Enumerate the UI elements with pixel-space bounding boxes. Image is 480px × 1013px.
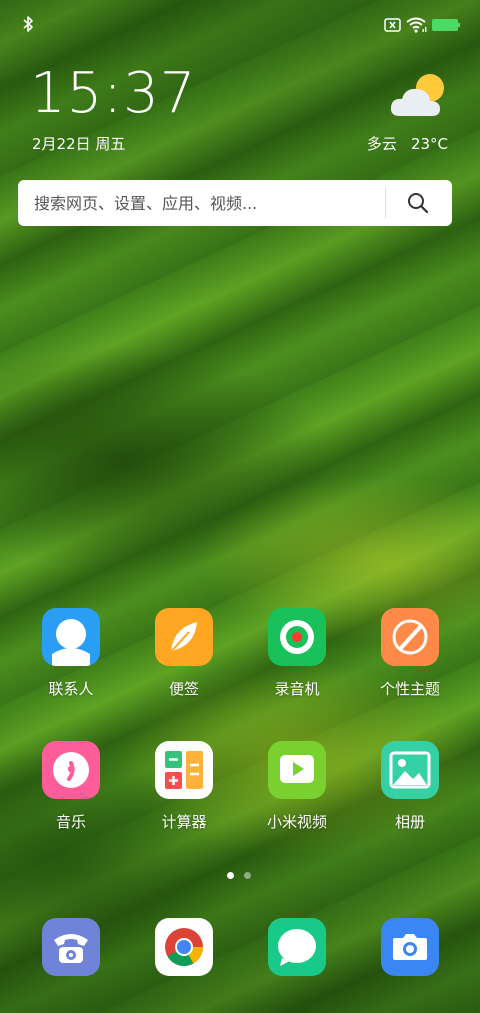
clock-time[interactable]: 15:37 — [30, 60, 196, 128]
app-calculator[interactable]: 计算器 — [134, 741, 234, 831]
app-notes[interactable]: 便签 — [134, 608, 234, 698]
app-themes[interactable]: 个性主题 — [360, 608, 460, 698]
search-bar — [18, 180, 452, 226]
bluetooth-icon — [23, 16, 33, 32]
camera-icon[interactable] — [381, 918, 439, 976]
app-label: 录音机 — [274, 680, 320, 698]
weather-summary[interactable]: 多云 23°C — [367, 133, 448, 154]
notes-icon — [155, 608, 213, 666]
music-icon — [42, 741, 100, 799]
app-label: 个性主题 — [379, 680, 440, 698]
messages-icon[interactable] — [268, 918, 326, 976]
app-contacts[interactable]: 联系人 — [21, 608, 121, 698]
weather-condition: 多云 — [366, 135, 397, 153]
battery-icon — [432, 19, 460, 31]
contacts-icon — [42, 608, 100, 666]
video-icon — [268, 741, 326, 799]
weather-temperature: 23°C — [410, 135, 448, 153]
app-label: 便签 — [168, 680, 199, 698]
app-label: 小米视频 — [266, 813, 327, 831]
app-label: 计算器 — [161, 813, 207, 831]
search-input[interactable] — [18, 180, 378, 226]
chrome-icon[interactable] — [155, 918, 213, 976]
app-gallery[interactable]: 相册 — [360, 741, 460, 831]
search-icon[interactable] — [400, 185, 436, 221]
page-indicator[interactable] — [227, 872, 255, 880]
app-video[interactable]: 小米视频 — [247, 741, 347, 831]
status-bar — [0, 0, 480, 50]
page-dot-active — [227, 872, 234, 879]
search-divider — [385, 188, 386, 218]
app-recorder[interactable]: 录音机 — [247, 608, 347, 698]
partly-cloudy-icon[interactable] — [388, 70, 450, 122]
no-sim-icon — [384, 18, 401, 32]
phone-icon[interactable] — [42, 918, 100, 976]
calculator-icon — [155, 741, 213, 799]
app-label: 相册 — [394, 813, 425, 831]
clock-date[interactable]: 2月22日 周五 — [32, 133, 125, 154]
wifi-icon — [406, 17, 427, 33]
app-label: 音乐 — [55, 813, 86, 831]
app-music[interactable]: 音乐 — [21, 741, 121, 831]
gallery-icon — [381, 741, 439, 799]
app-label: 联系人 — [48, 680, 94, 698]
recorder-icon — [268, 608, 326, 666]
themes-icon — [381, 608, 439, 666]
page-dot — [244, 872, 251, 879]
